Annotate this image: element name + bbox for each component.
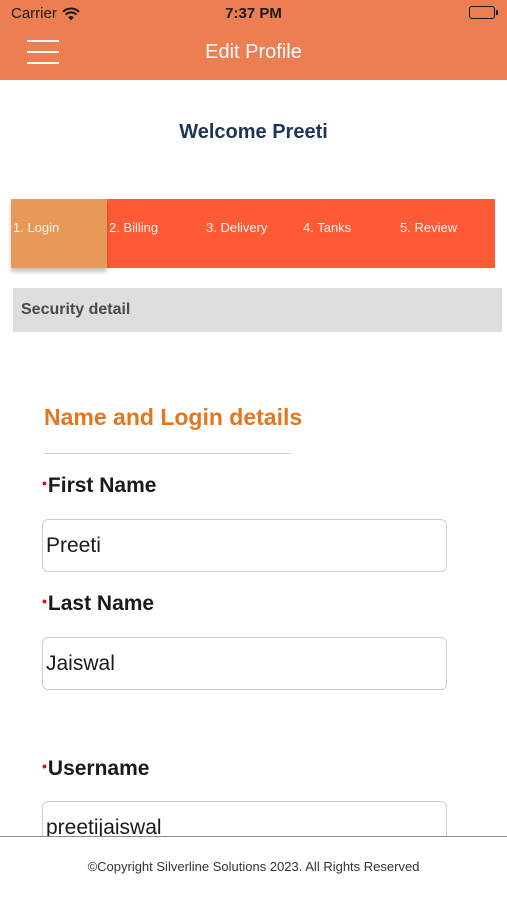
step-tanks[interactable]: 4. Tanks [301,199,398,268]
page-title: Edit Profile [205,41,302,63]
required-marker: • [42,593,47,609]
checkout-stepper: 1. Login 2. Billing 3. Delivery 4. Tanks… [11,199,495,268]
section-header: Security detail [13,288,502,332]
last-name-label: •Last Name [42,592,154,616]
last-name-label-text: Last Name [47,592,155,615]
status-time: 7:37 PM [225,5,282,22]
status-bar: Carrier 7:37 PM [0,0,507,28]
section-title: Security detail [21,301,131,318]
last-name-input[interactable] [42,637,447,690]
first-name-label-text: First Name [47,474,157,497]
step-delivery[interactable]: 3. Delivery [204,199,301,268]
first-name-label: •First Name [42,474,156,498]
step-login[interactable]: 1. Login [11,199,107,268]
required-marker: • [42,475,47,491]
required-marker: • [42,758,47,774]
form-heading: Name and Login details [44,404,303,430]
first-name-input[interactable] [42,519,447,572]
heading-divider [44,453,291,454]
copyright-text: ©Copyright Silverline Solutions 2023. Al… [87,859,420,874]
app-header: Carrier 7:37 PM Edit Profile [0,0,507,80]
step-review[interactable]: 5. Review [398,199,495,268]
username-label-text: Username [47,757,150,780]
battery-icon [469,6,498,19]
username-label: •Username [42,757,149,781]
step-billing[interactable]: 2. Billing [107,199,204,268]
welcome-message: Welcome Preeti [179,121,328,143]
footer: ©Copyright Silverline Solutions 2023. Al… [0,836,507,900]
